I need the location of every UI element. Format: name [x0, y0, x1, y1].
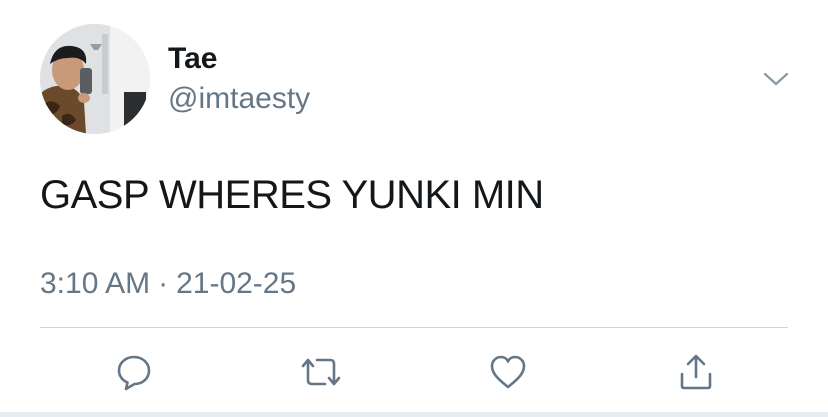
share-button[interactable]	[672, 348, 720, 396]
heart-icon	[490, 355, 526, 389]
tweet-date: 21-02-25	[176, 267, 297, 300]
chevron-down-icon	[763, 72, 789, 86]
bottom-separator	[0, 412, 828, 417]
action-bar	[0, 348, 828, 396]
meta-separator: ·	[158, 267, 169, 300]
retweet-arrows-icon	[301, 358, 341, 386]
tweet-menu-button[interactable]	[758, 64, 794, 94]
avatar-photo	[40, 24, 150, 134]
user-handle[interactable]: @imtaesty	[168, 82, 310, 116]
divider	[40, 327, 788, 328]
display-name[interactable]: Tae	[168, 42, 217, 76]
tweet-card: Tae @imtaesty GASP WHERES YUNKI MIN 3:10…	[0, 0, 828, 417]
tweet-text: GASP WHERES YUNKI MIN	[40, 173, 544, 217]
tweet-timestamp[interactable]: 3:10 AM · 21-02-25	[40, 266, 296, 302]
tweet-time: 3:10 AM	[40, 267, 151, 300]
like-button[interactable]	[484, 348, 532, 396]
retweet-button[interactable]	[297, 348, 345, 396]
avatar[interactable]	[40, 24, 150, 134]
share-upload-icon	[680, 354, 712, 390]
reply-button[interactable]	[110, 348, 158, 396]
speech-bubble-icon	[117, 355, 151, 391]
